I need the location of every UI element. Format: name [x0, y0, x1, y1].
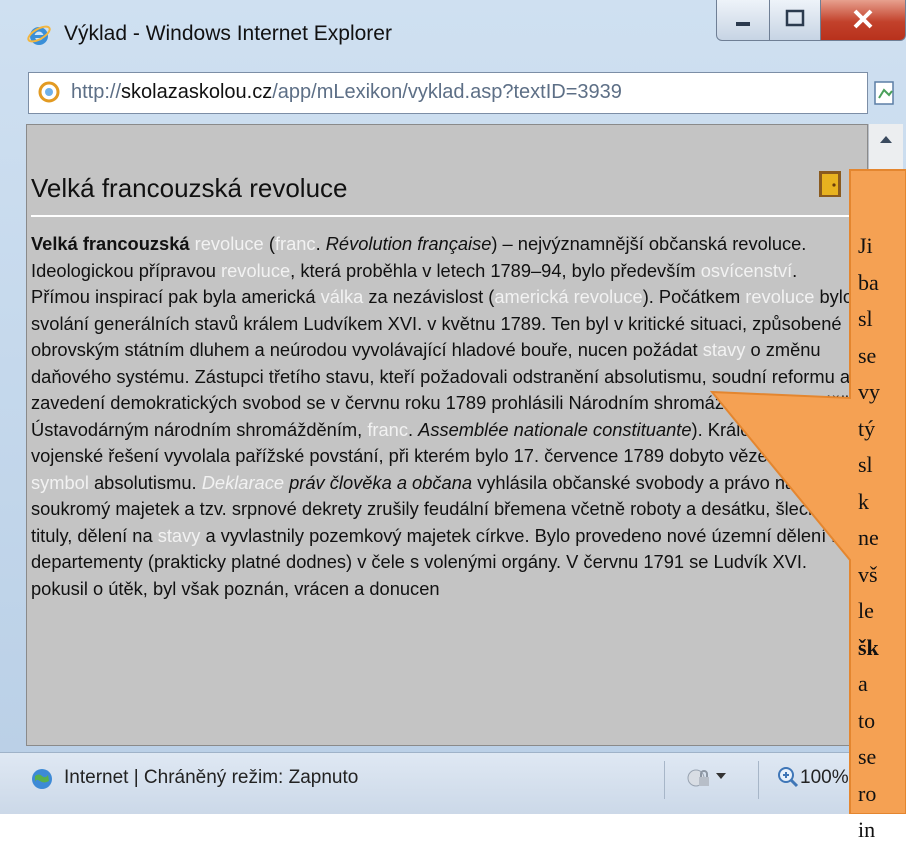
article-run: .: [407, 418, 419, 440]
security-zone-text: Internet | Chráněný režim: Zapnuto: [64, 767, 359, 788]
callout-line: to: [858, 707, 876, 733]
glossary-link[interactable]: stavy: [158, 525, 201, 546]
article-run: absolutismu.: [88, 471, 202, 493]
maximize-button[interactable]: [769, 0, 821, 41]
glossary-link[interactable]: osvícenství: [701, 260, 792, 281]
callout-line: tý: [858, 415, 876, 441]
callout-line: sl: [858, 452, 873, 477]
callout-line: vš: [858, 561, 878, 587]
minimize-icon: [736, 22, 750, 26]
chevron-down-icon[interactable]: [716, 773, 726, 779]
maximize-icon: [785, 9, 805, 27]
glossary-link[interactable]: americká revoluce: [494, 286, 642, 307]
glossary-link[interactable]: stavy: [703, 339, 746, 360]
window-title: Výklad - Windows Internet Explorer: [64, 22, 392, 45]
close-button[interactable]: [820, 0, 906, 41]
article-run: , která proběhla v letech 1789–94, bylo …: [290, 259, 701, 281]
article-run: ). Počátkem: [642, 286, 746, 307]
glossary-link[interactable]: franc: [275, 233, 316, 254]
callout-line: vy: [858, 379, 880, 404]
status-separator: [758, 761, 759, 799]
article-run: (: [263, 233, 275, 254]
url-text[interactable]: http://skolazaskolou.cz/app/mLexikon/vyk…: [71, 81, 622, 104]
glossary-link[interactable]: revoluce: [195, 233, 264, 254]
url-domain: skolazaskolou.cz: [121, 81, 273, 103]
callout-line: sl: [858, 306, 873, 331]
callout-line: a: [858, 671, 868, 696]
callout-line: in: [858, 817, 876, 842]
page-content: Velká francouzská revoluce Velká francou…: [26, 124, 868, 746]
compatibility-view-icon[interactable]: [870, 78, 900, 108]
internet-explorer-icon: [27, 25, 51, 45]
zoom-icon[interactable]: [776, 765, 800, 789]
article-run: za nezávislost (: [363, 286, 495, 307]
callout-line: Ji: [858, 233, 873, 258]
security-settings-icon[interactable]: [686, 765, 712, 791]
address-bar[interactable]: http://skolazaskolou.cz/app/mLexikon/vyk…: [28, 72, 868, 114]
callout-line: ba: [858, 269, 879, 295]
glossary-link[interactable]: revoluce: [745, 286, 814, 307]
article-run: práv člověka a občana: [289, 471, 473, 493]
status-separator: [664, 761, 665, 799]
callout-line: se: [858, 744, 877, 769]
callout-line: k: [858, 488, 869, 514]
callout-line: se: [858, 342, 877, 368]
heading-divider: [31, 215, 855, 217]
browser-window: Výklad - Windows Internet Explorer http:…: [0, 0, 906, 814]
exit-door-icon[interactable]: [817, 169, 843, 199]
article-run: Révolution française: [325, 233, 492, 254]
callout-text: Ji ba sl se vy tý sl k ne vš le šk a to se ro in: [858, 228, 906, 849]
article-run: Velká francouzská: [31, 233, 190, 254]
globe-icon: [32, 769, 52, 789]
glossary-link[interactable]: Deklarace: [202, 472, 284, 493]
page-loading-icon: [38, 81, 60, 103]
url-path: /app/mLexikon/vyklad.asp?textID=3939: [272, 81, 622, 103]
article-run: Assemblée nationale constituante: [418, 418, 692, 440]
minimize-button[interactable]: [716, 0, 770, 41]
callout-line: šk: [858, 634, 879, 660]
glossary-link[interactable]: symbol: [31, 472, 89, 493]
article-run: .: [315, 233, 326, 254]
close-icon: [853, 9, 873, 29]
article-text: Velká francouzská revoluce (franc. Révol…: [31, 231, 859, 602]
callout-line: le: [858, 598, 874, 623]
status-bar: Internet | Chráněný režim: Zapnuto 100%: [0, 752, 906, 814]
glossary-link[interactable]: franc: [367, 419, 408, 440]
callout-line: ne: [858, 525, 879, 550]
glossary-link[interactable]: válka: [321, 286, 364, 307]
glossary-link[interactable]: revoluce: [221, 260, 290, 281]
zoom-level[interactable]: 100%: [800, 767, 849, 789]
scroll-up-arrow-icon[interactable]: [869, 124, 903, 154]
article-heading: Velká francouzská revoluce: [31, 173, 348, 203]
url-prefix: http://: [71, 81, 122, 103]
title-bar: Výklad - Windows Internet Explorer: [0, 0, 906, 66]
callout-line: ro: [858, 780, 877, 806]
